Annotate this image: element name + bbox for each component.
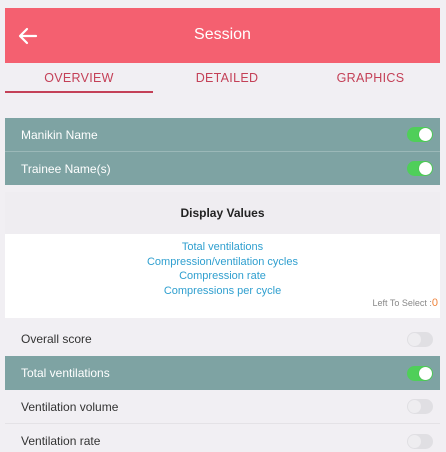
tab-bar: OVERVIEW DETAILED GRAPHICS <box>5 63 440 99</box>
toggle-knob <box>408 333 421 346</box>
manikin-name-row: Manikin Name <box>5 118 440 151</box>
ventilation-volume-toggle[interactable] <box>407 399 433 414</box>
toggle-knob <box>408 435 421 448</box>
tab-overview[interactable]: OVERVIEW <box>5 63 153 99</box>
overall-score-toggle[interactable] <box>407 332 433 347</box>
page-title: Session <box>194 26 251 43</box>
option-row: Ventilation rate <box>5 424 440 452</box>
selected-value: Compression/ventilation cycles <box>146 255 298 268</box>
selected-value: Compressions per cycle <box>163 284 282 297</box>
selected-value: Total ventilations <box>181 241 264 253</box>
tab-detailed-label: DETAILED <box>195 71 259 85</box>
tab-graphics[interactable]: GRAPHICS <box>301 63 440 99</box>
left-to-select-count: 0 <box>431 297 438 309</box>
manikin-name-label: Manikin Name <box>21 127 98 142</box>
option-row: Total ventilations <box>5 356 440 390</box>
option-row: Ventilation volume <box>5 390 440 423</box>
display-values-heading: Display Values <box>5 192 440 234</box>
session-screen: Session OVERVIEW DETAILED GRAPHICS Manik… <box>5 8 440 452</box>
option-label: Overall score <box>21 332 92 346</box>
trainee-names-toggle[interactable] <box>407 161 433 176</box>
total-ventilations-toggle[interactable] <box>407 366 433 381</box>
selected-value: Compression rate <box>179 270 266 282</box>
toggle-knob <box>419 367 432 380</box>
toggle-knob <box>419 128 432 141</box>
option-label: Ventilation volume <box>21 399 119 414</box>
left-to-select-label: Left To Select : <box>372 298 432 308</box>
app-header: Session <box>5 8 440 63</box>
left-to-select-counter: Left To Select :0 <box>373 297 439 309</box>
trainee-names-label: Trainee Name(s) <box>21 161 111 176</box>
manikin-name-toggle[interactable] <box>407 127 433 142</box>
trainee-names-row: Trainee Name(s) <box>5 152 440 185</box>
ventilation-rate-toggle[interactable] <box>407 434 433 449</box>
tab-overview-label: OVERVIEW <box>44 71 114 85</box>
option-row: Overall score <box>5 322 440 356</box>
selected-values-list: Total ventilations Compression/ventilati… <box>5 240 440 298</box>
tab-graphics-label: GRAPHICS <box>336 71 405 85</box>
toggle-knob <box>408 400 421 413</box>
option-label: Ventilation rate <box>21 434 101 448</box>
selected-values-panel: Total ventilations Compression/ventilati… <box>5 234 440 318</box>
toggle-knob <box>419 162 432 175</box>
option-label: Total ventilations <box>21 366 110 380</box>
tab-detailed[interactable]: DETAILED <box>153 63 301 99</box>
